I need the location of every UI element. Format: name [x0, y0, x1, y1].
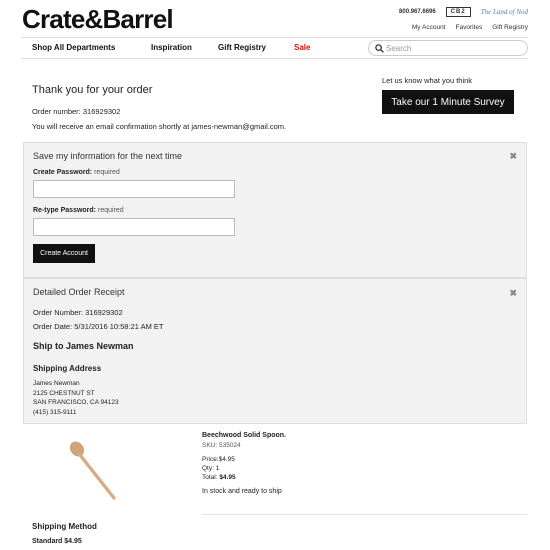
- gift-registry-header-link[interactable]: Gift Registry: [492, 24, 528, 31]
- retype-password-label-text: Re-type Password:: [33, 207, 97, 214]
- crate-barrel-logo[interactable]: Crate&Barrel: [22, 4, 174, 35]
- order-number: Order number: 316929302: [32, 107, 121, 116]
- my-account-link[interactable]: My Account: [412, 24, 446, 31]
- required-note: required: [94, 169, 120, 176]
- header-utility: 800.967.6696 CB2 The Land of Nod: [399, 7, 528, 17]
- create-password-label: Create Password: required: [33, 169, 120, 176]
- land-of-nod-link[interactable]: The Land of Nod: [481, 8, 528, 16]
- survey-prompt: Let us know what you think: [382, 76, 473, 85]
- create-password-field[interactable]: [33, 180, 235, 198]
- favorites-link[interactable]: Favorites: [456, 24, 483, 31]
- retype-password-label: Re-type Password: required: [33, 207, 124, 214]
- close-icon[interactable]: ✖: [509, 288, 517, 299]
- save-info-title: Save my information for the next time: [33, 151, 183, 161]
- cb2-link[interactable]: CB2: [445, 7, 471, 17]
- thank-you-heading: Thank you for your order: [32, 84, 153, 96]
- search-icon: [375, 44, 384, 53]
- nav-gift-registry[interactable]: Gift Registry: [218, 43, 266, 52]
- receipt-order-number: Order Number: 316929302: [33, 308, 123, 317]
- receipt-order-date: Order Date: 5/31/2016 10:58:21 AM ET: [33, 322, 164, 331]
- address-city: SAN FRANCISCO, CA 94123: [33, 399, 119, 406]
- nav-inspiration[interactable]: Inspiration: [151, 43, 192, 52]
- product-image[interactable]: [68, 440, 120, 502]
- product-price: Price:$4.95: [202, 456, 235, 463]
- nav-sale[interactable]: Sale: [294, 43, 310, 52]
- email-confirmation-message: You will receive an email confirmation s…: [32, 122, 287, 131]
- account-links: My Account Favorites Gift Registry: [412, 24, 528, 31]
- phone-number: 800.967.6696: [399, 9, 436, 15]
- close-icon[interactable]: ✖: [509, 151, 517, 162]
- create-password-label-text: Create Password:: [33, 169, 93, 176]
- order-receipt-panel: Detailed Order Receipt ✖ Order Number: 3…: [23, 278, 527, 424]
- product-total: Total: $4.95: [202, 474, 236, 481]
- address-phone: (415) 315-9111: [33, 408, 77, 416]
- retype-password-field[interactable]: [33, 218, 235, 236]
- ship-to-heading: Ship to James Newman: [33, 341, 134, 351]
- product-total-value: $4.95: [219, 474, 236, 481]
- search-box[interactable]: [368, 40, 528, 56]
- stock-status: In stock and ready to ship: [202, 488, 282, 495]
- required-note: required: [97, 207, 124, 214]
- address-street: 2125 CHESTNUT ST: [33, 389, 95, 397]
- address-name: James Newman: [33, 380, 80, 387]
- shipping-standard: Standard $4.95: [32, 538, 82, 545]
- product-name[interactable]: Beechwood Solid Spoon.: [202, 432, 286, 439]
- product-qty: Qty: 1: [202, 465, 220, 472]
- survey-button[interactable]: Take our 1 Minute Survey: [382, 90, 514, 114]
- shipping-address-heading: Shipping Address: [33, 364, 102, 373]
- search-input[interactable]: [386, 42, 521, 54]
- shipping-address: James Newman 2125 CHESTNUT ST SAN FRANCI…: [33, 379, 119, 417]
- create-account-button[interactable]: Create Account: [33, 244, 95, 263]
- nav-shop-all-departments[interactable]: Shop All Departments: [32, 43, 115, 52]
- product-sku: SKU: 535024: [202, 442, 241, 449]
- product-total-label: Total:: [202, 474, 218, 481]
- shipping-method-heading: Shipping Method: [32, 522, 97, 531]
- main-nav: Shop All Departments Inspiration Gift Re…: [22, 37, 528, 59]
- receipt-title: Detailed Order Receipt: [33, 287, 125, 297]
- divider: [202, 514, 527, 515]
- save-info-panel: Save my information for the next time ✖ …: [23, 142, 527, 278]
